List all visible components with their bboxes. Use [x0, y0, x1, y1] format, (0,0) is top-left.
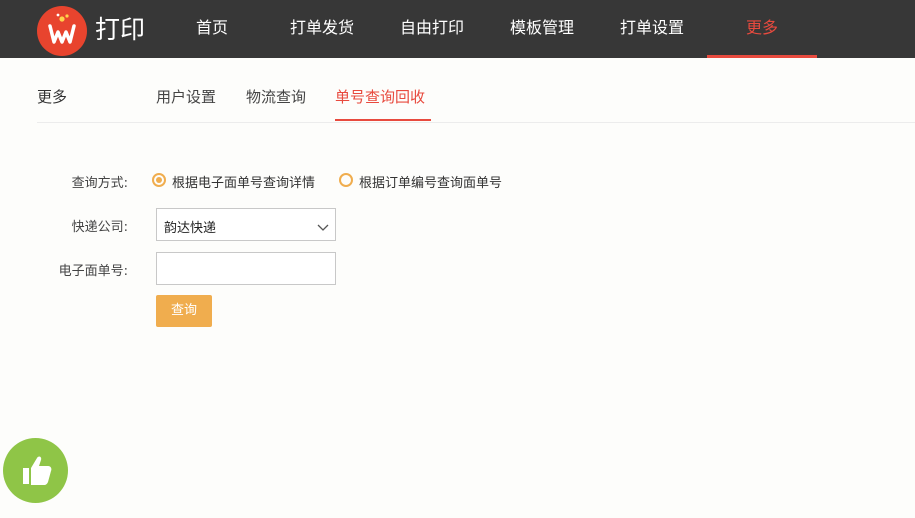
radio-query-by-order-label[interactable]: 根据订单编号查询面单号 — [359, 172, 502, 191]
nav-item-more[interactable]: 更多 — [707, 0, 817, 58]
logo-icon[interactable] — [37, 6, 87, 56]
query-button[interactable]: 查询 — [156, 295, 212, 327]
chevron-down-icon — [317, 218, 329, 237]
nav-item-free-print[interactable]: 自由打印 — [392, 0, 472, 58]
active-tab-indicator — [335, 119, 431, 121]
radio-query-by-waybill[interactable] — [152, 173, 166, 187]
radio-query-by-waybill-label[interactable]: 根据电子面单号查询详情 — [172, 172, 315, 191]
thumbs-up-icon[interactable] — [3, 438, 68, 503]
tab-user-settings[interactable]: 用户设置 — [156, 86, 216, 107]
courier-label: 快递公司: — [71, 220, 128, 235]
tab-waybill-query-recycle[interactable]: 单号查询回收 — [335, 86, 425, 107]
app-logo-text: 打印 — [95, 15, 146, 44]
top-navigation-bar: 打印 首页 打单发货 自由打印 模板管理 打单设置 更多 — [0, 0, 915, 58]
query-method-label: 查询方式: — [71, 176, 128, 191]
courier-select[interactable]: 韵达快递 — [156, 208, 336, 241]
section-title: 更多 — [37, 88, 68, 106]
tabs-divider — [37, 122, 915, 123]
courier-select-value: 韵达快递 — [164, 221, 217, 236]
nav-item-order-shipping[interactable]: 打单发货 — [282, 0, 362, 58]
nav-item-template-management[interactable]: 模板管理 — [502, 0, 582, 58]
nav-item-order-settings[interactable]: 打单设置 — [612, 0, 692, 58]
waybill-number-input[interactable] — [157, 253, 335, 282]
tab-logistics-query[interactable]: 物流查询 — [246, 86, 306, 107]
waybill-number-label: 电子面单号: — [58, 264, 128, 279]
waybill-number-field-box — [156, 252, 336, 285]
radio-query-by-order[interactable] — [339, 173, 353, 187]
nav-item-home[interactable]: 首页 — [186, 0, 238, 58]
